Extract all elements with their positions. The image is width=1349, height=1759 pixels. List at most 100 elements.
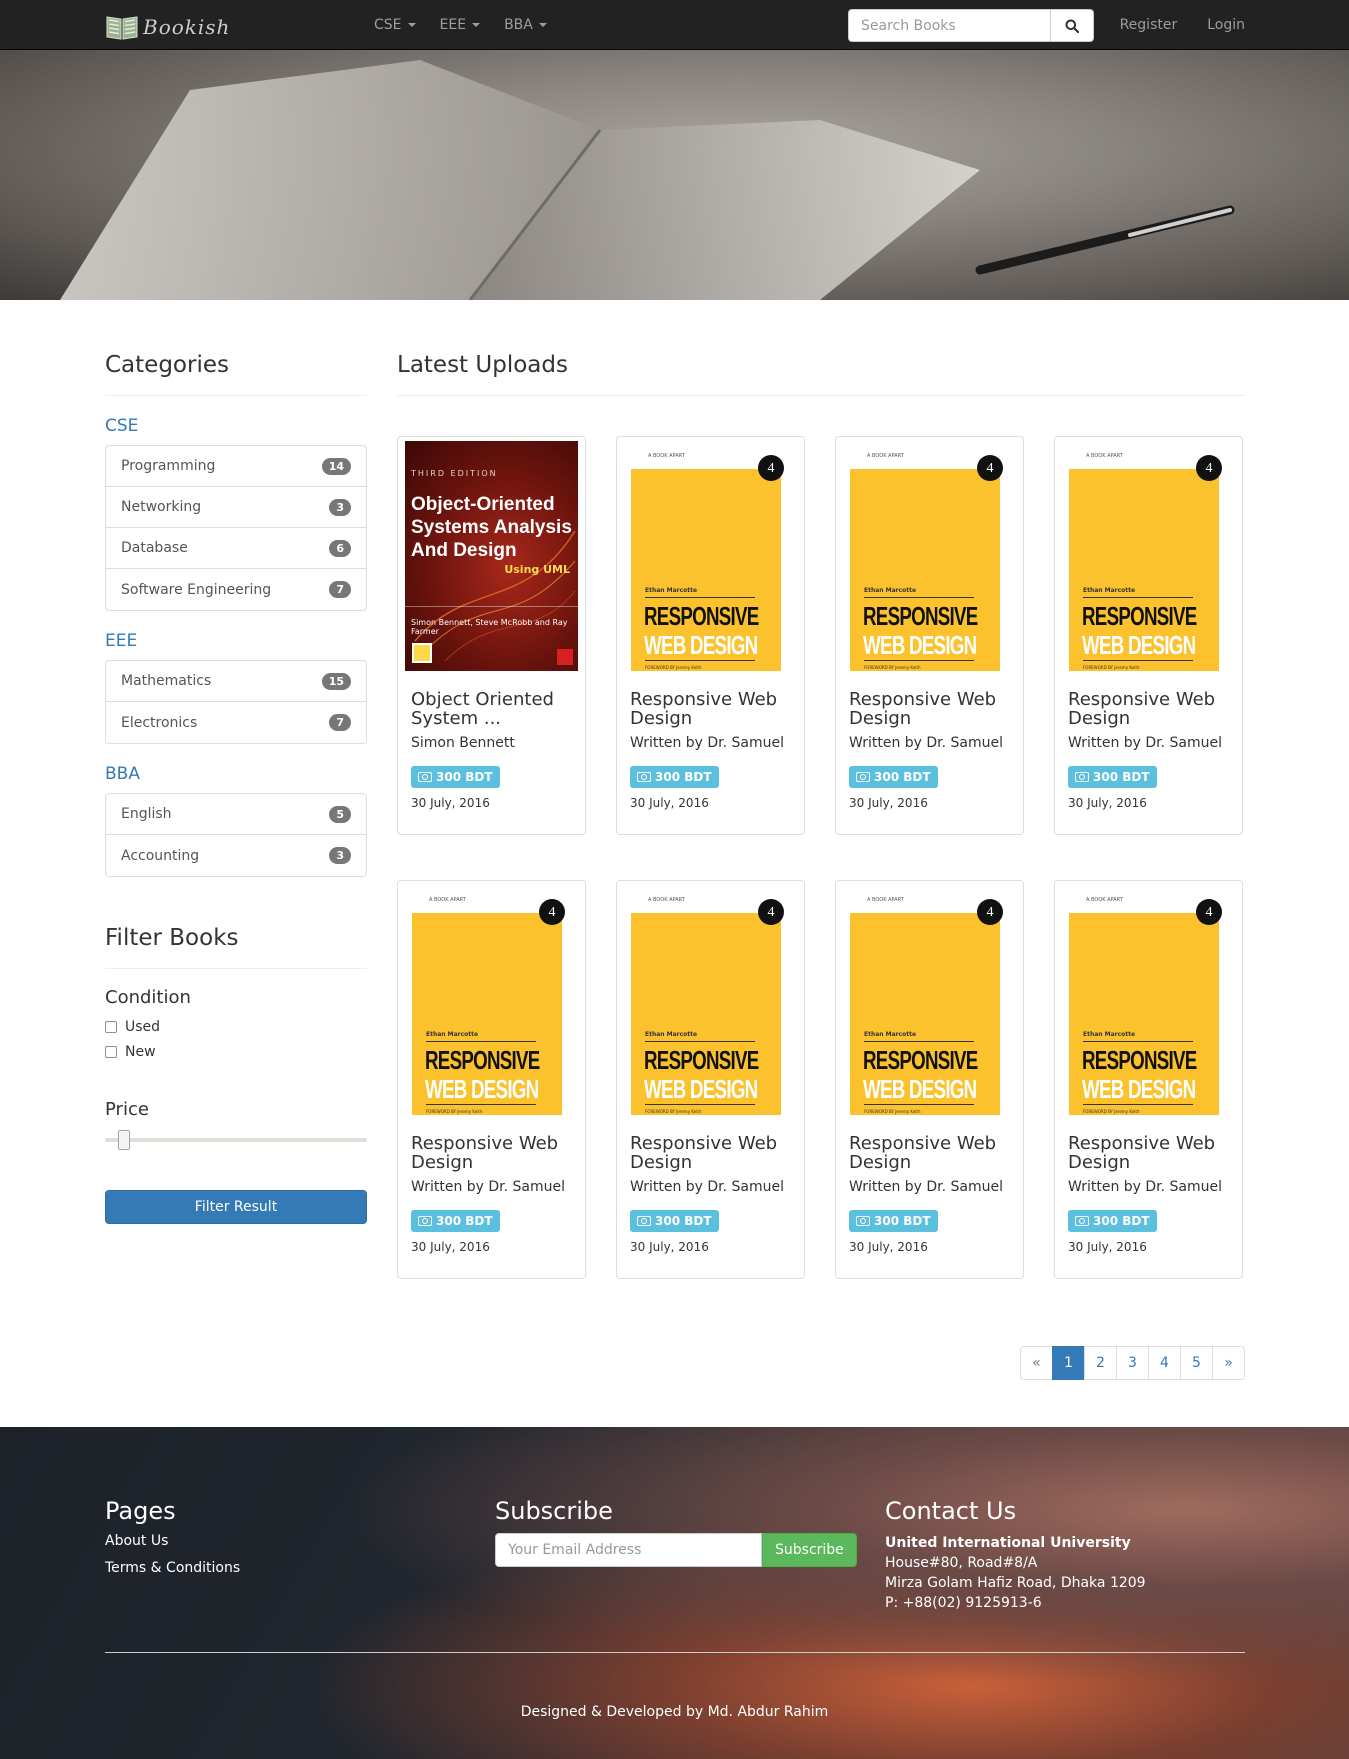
book-title[interactable]: Object Oriented System ... bbox=[405, 690, 578, 728]
nav-dropdown-eee[interactable]: EEE bbox=[428, 0, 493, 50]
book-grid: THIRD EDITION Object-Oriented Systems An… bbox=[397, 436, 1245, 1279]
login-link[interactable]: Login bbox=[1177, 0, 1245, 50]
nav-dropdown-cse[interactable]: CSE bbox=[362, 0, 428, 50]
category-item-software-engineering[interactable]: Software Engineering 7 bbox=[106, 569, 366, 610]
book-card[interactable]: A BOOK APART Ethan Marcotte RESPONSIVE W… bbox=[1054, 880, 1243, 1279]
nav-dropdown-bba[interactable]: BBA bbox=[492, 0, 559, 50]
cover-foreword: FOREWORD BY Jeremy Keith bbox=[645, 665, 702, 670]
brand-logo[interactable]: Bookish bbox=[105, 13, 230, 41]
price-badge: 300 BDT bbox=[411, 766, 500, 788]
book-title[interactable]: Responsive Web Design bbox=[1062, 1134, 1235, 1172]
book-cover-image[interactable]: A BOOK APART Ethan Marcotte RESPONSIVE W… bbox=[405, 885, 578, 1115]
cover-title-line: WEB DESIGN bbox=[1082, 630, 1196, 660]
upload-date: 30 July, 2016 bbox=[411, 1240, 490, 1254]
book-title[interactable]: Responsive Web Design bbox=[1062, 690, 1235, 728]
book-title[interactable]: Responsive Web Design bbox=[843, 1134, 1016, 1172]
pagination-page-2[interactable]: 2 bbox=[1084, 1346, 1117, 1380]
price-slider[interactable] bbox=[105, 1130, 367, 1150]
about-us-link[interactable]: About Us bbox=[105, 1533, 240, 1549]
subscribe-button[interactable]: Subscribe bbox=[762, 1533, 857, 1567]
price-text: 300 BDT bbox=[874, 1214, 931, 1228]
price-text: 300 BDT bbox=[655, 770, 712, 784]
category-label: Networking bbox=[121, 499, 202, 515]
pagination-page-4[interactable]: 4 bbox=[1148, 1346, 1181, 1380]
book-card[interactable]: A BOOK APART Ethan Marcotte RESPONSIVE W… bbox=[835, 880, 1024, 1279]
condition-new-option[interactable]: New bbox=[105, 1039, 367, 1064]
book-card[interactable]: A BOOK APART Ethan Marcotte RESPONSIVE W… bbox=[835, 436, 1024, 835]
count-badge: 5 bbox=[329, 805, 351, 823]
category-group-title-eee[interactable]: EEE bbox=[105, 631, 367, 651]
book-title[interactable]: Responsive Web Design bbox=[405, 1134, 578, 1172]
cover-title-line: RESPONSIVE bbox=[1082, 601, 1197, 631]
pagination-page-3[interactable]: 3 bbox=[1116, 1346, 1149, 1380]
category-item-accounting[interactable]: Accounting 3 bbox=[106, 835, 366, 876]
category-list-eee: Mathematics 15 Electronics 7 bbox=[105, 660, 367, 744]
pagination-next[interactable]: » bbox=[1212, 1346, 1245, 1380]
used-checkbox[interactable] bbox=[105, 1020, 117, 1033]
category-item-networking[interactable]: Networking 3 bbox=[106, 487, 366, 528]
cover-title: RESPONSIVE WEB DESIGN bbox=[1082, 1046, 1197, 1104]
book-card[interactable]: A BOOK APART Ethan Marcotte RESPONSIVE W… bbox=[1054, 436, 1243, 835]
book-cover-image[interactable]: A BOOK APART Ethan Marcotte RESPONSIVE W… bbox=[624, 885, 797, 1115]
category-item-mathematics[interactable]: Mathematics 15 bbox=[106, 661, 366, 702]
filter-result-button[interactable]: Filter Result bbox=[105, 1190, 367, 1224]
book-title[interactable]: Responsive Web Design bbox=[624, 1134, 797, 1172]
category-item-programming[interactable]: Programming 14 bbox=[106, 446, 366, 487]
category-item-english[interactable]: English 5 bbox=[106, 794, 366, 835]
cover-edition: THIRD EDITION bbox=[411, 469, 498, 478]
register-link[interactable]: Register bbox=[1090, 0, 1178, 50]
book-cover-image[interactable]: A BOOK APART Ethan Marcotte RESPONSIVE W… bbox=[1062, 441, 1235, 671]
cover-number-badge: 4 bbox=[1196, 899, 1222, 925]
upload-date: 30 July, 2016 bbox=[630, 796, 709, 810]
cover-author: Ethan Marcotte bbox=[645, 587, 698, 594]
book-cover-image[interactable]: A BOOK APART Ethan Marcotte RESPONSIVE W… bbox=[1062, 885, 1235, 1115]
cover-rule bbox=[645, 660, 755, 661]
book-cover-image[interactable]: A BOOK APART Ethan Marcotte RESPONSIVE W… bbox=[843, 441, 1016, 671]
category-group-title-cse[interactable]: CSE bbox=[105, 416, 367, 436]
book-cover-image[interactable]: A BOOK APART Ethan Marcotte RESPONSIVE W… bbox=[624, 441, 797, 671]
book-author: Written by Dr. Samuel bbox=[1068, 1179, 1223, 1195]
book-card[interactable]: A BOOK APART Ethan Marcotte RESPONSIVE W… bbox=[397, 880, 586, 1279]
condition-used-option[interactable]: Used bbox=[105, 1014, 367, 1039]
book-cover-image[interactable]: THIRD EDITION Object-Oriented Systems An… bbox=[405, 441, 578, 671]
search-button[interactable] bbox=[1051, 9, 1094, 42]
pagination-page-1[interactable]: 1 bbox=[1052, 1346, 1085, 1380]
category-item-electronics[interactable]: Electronics 7 bbox=[106, 702, 366, 743]
price-badge: 300 BDT bbox=[630, 766, 719, 788]
cover-number-badge: 4 bbox=[758, 455, 784, 481]
money-icon bbox=[856, 772, 870, 782]
cover-subtitle: Using UML bbox=[504, 563, 570, 576]
cover-title: RESPONSIVE WEB DESIGN bbox=[863, 1046, 978, 1104]
category-item-database[interactable]: Database 6 bbox=[106, 528, 366, 569]
footer-pages: Pages About Us Terms & Conditions bbox=[105, 1497, 240, 1587]
pagination-page-5[interactable]: 5 bbox=[1180, 1346, 1213, 1380]
nav-label: CSE bbox=[374, 17, 402, 33]
cover-rule bbox=[1083, 1104, 1193, 1105]
new-checkbox[interactable] bbox=[105, 1045, 117, 1058]
category-label: Software Engineering bbox=[121, 581, 272, 598]
price-text: 300 BDT bbox=[655, 1214, 712, 1228]
cover-panel: Ethan Marcotte RESPONSIVE WEB DESIGN FOR… bbox=[850, 913, 1000, 1115]
book-card[interactable]: A BOOK APART Ethan Marcotte RESPONSIVE W… bbox=[616, 436, 805, 835]
cover-title: RESPONSIVE WEB DESIGN bbox=[863, 602, 978, 660]
cover-panel: Ethan Marcotte RESPONSIVE WEB DESIGN FOR… bbox=[412, 913, 562, 1115]
money-icon bbox=[418, 772, 432, 782]
cover-rule bbox=[864, 597, 974, 598]
slider-handle[interactable] bbox=[118, 1130, 130, 1150]
book-title[interactable]: Responsive Web Design bbox=[624, 690, 797, 728]
book-cover-image[interactable]: A BOOK APART Ethan Marcotte RESPONSIVE W… bbox=[843, 885, 1016, 1115]
search-input[interactable] bbox=[848, 9, 1051, 42]
cover-rule bbox=[864, 1104, 974, 1105]
category-group-title-bba[interactable]: BBA bbox=[105, 764, 367, 784]
book-card[interactable]: A BOOK APART Ethan Marcotte RESPONSIVE W… bbox=[616, 880, 805, 1279]
book-card[interactable]: THIRD EDITION Object-Oriented Systems An… bbox=[397, 436, 586, 835]
email-input[interactable] bbox=[495, 1533, 762, 1567]
count-badge: 14 bbox=[321, 457, 351, 475]
book-author: Written by Dr. Samuel bbox=[630, 735, 785, 751]
book-title[interactable]: Responsive Web Design bbox=[843, 690, 1016, 728]
cover-title-line: RESPONSIVE bbox=[425, 1045, 540, 1075]
pagination-prev[interactable]: « bbox=[1020, 1346, 1053, 1380]
terms-link[interactable]: Terms & Conditions bbox=[105, 1560, 240, 1576]
category-label: Database bbox=[121, 540, 188, 556]
cover-series: A BOOK APART bbox=[867, 897, 904, 903]
